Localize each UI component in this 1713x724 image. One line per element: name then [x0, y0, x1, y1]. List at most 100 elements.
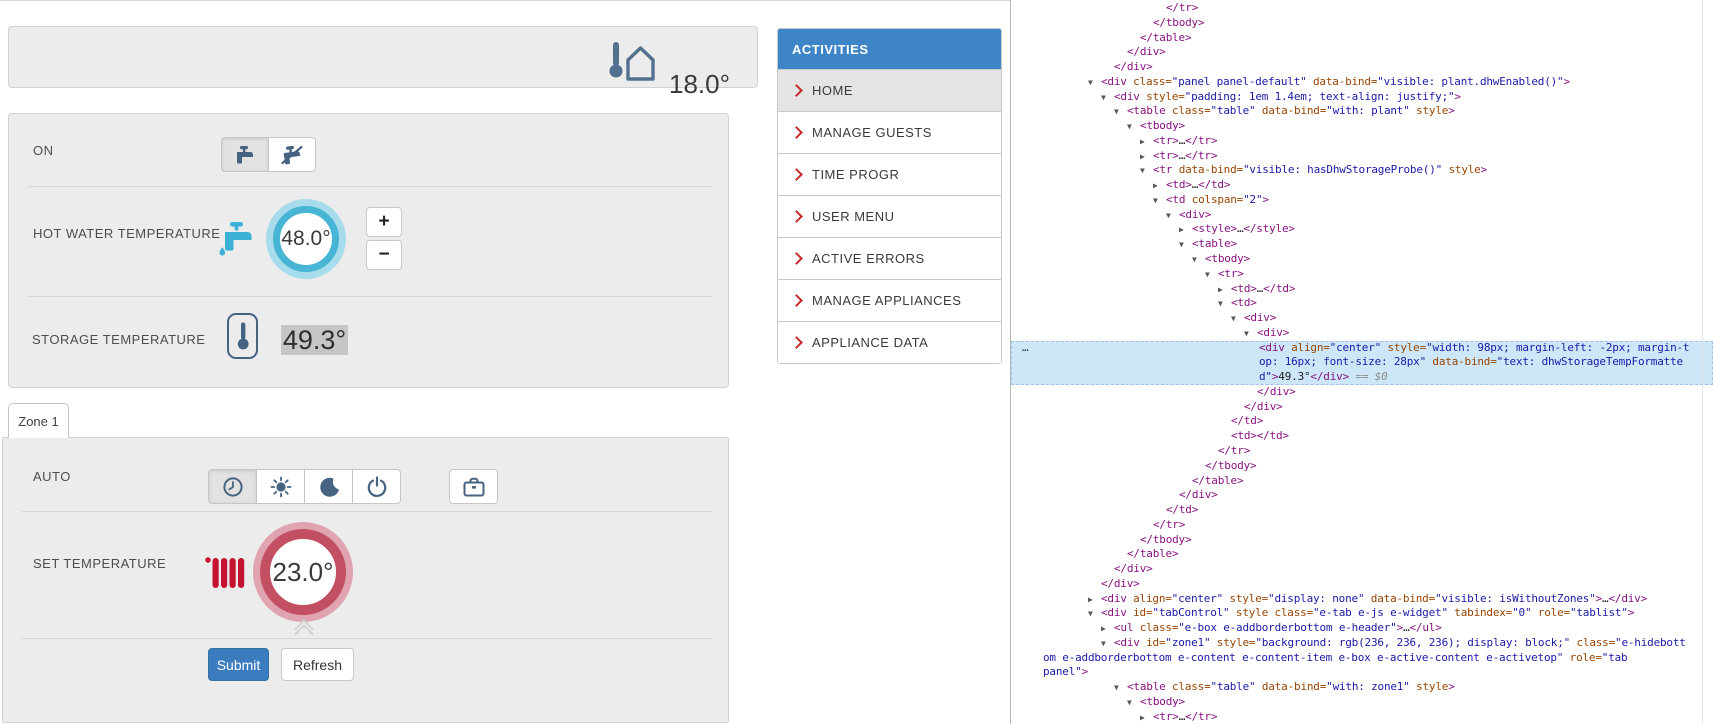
- hot-water-decrease-button[interactable]: −: [366, 240, 402, 270]
- devtools-tree-line[interactable]: ▼<tbody>: [1011, 252, 1713, 267]
- devtools-tree-line[interactable]: </table>: [1011, 474, 1713, 489]
- devtools-tree-line[interactable]: ▼<tbody>: [1011, 695, 1713, 710]
- devtools-tree-line[interactable]: ▼<table class="table" data-bind="with: p…: [1011, 104, 1713, 119]
- expand-arrow-open-icon[interactable]: ▼: [1088, 607, 1101, 622]
- devtools-tree-line[interactable]: </table>: [1011, 547, 1713, 562]
- expand-arrow-open-icon[interactable]: ▼: [1205, 268, 1218, 283]
- devtools-tree-line[interactable]: d">49.3°</div> == $0: [1011, 370, 1713, 385]
- devtools-elements-tree[interactable]: </tr></tbody></table></div></div>▼<div c…: [1011, 0, 1713, 724]
- dhw-on-button[interactable]: [221, 137, 269, 172]
- devtools-tree-line[interactable]: ▶<tr>…</tr>: [1011, 710, 1713, 724]
- set-temp-dial[interactable]: 23.0°: [260, 529, 346, 615]
- expand-arrow-open-icon[interactable]: ▼: [1140, 164, 1153, 179]
- expand-arrow-open-icon[interactable]: ▼: [1114, 105, 1127, 120]
- briefcase-icon: [462, 476, 486, 498]
- devtools-tree-line[interactable]: </div>: [1011, 562, 1713, 577]
- expand-arrow-closed-icon[interactable]: ▶: [1101, 622, 1114, 637]
- expand-arrow-closed-icon[interactable]: ▶: [1153, 179, 1166, 194]
- expand-arrow-closed-icon[interactable]: ▶: [1179, 223, 1192, 238]
- devtools-tree-line[interactable]: ▶<td>…</td>: [1011, 282, 1713, 297]
- devtools-tree-line[interactable]: ▼<div>: [1011, 311, 1713, 326]
- overflow-dots-icon[interactable]: …: [1022, 341, 1028, 356]
- hot-water-temp-dial[interactable]: 48.0°: [273, 206, 339, 272]
- devtools-tree-line[interactable]: </table>: [1011, 31, 1713, 46]
- expand-arrow-closed-icon[interactable]: ▶: [1140, 150, 1153, 165]
- devtools-tree-line[interactable]: </td>: [1011, 503, 1713, 518]
- tab-zone1[interactable]: Zone 1: [8, 403, 69, 438]
- expand-arrow-open-icon[interactable]: ▼: [1218, 297, 1231, 312]
- devtools-scrollbar[interactable]: [1702, 0, 1703, 724]
- expand-arrow-open-icon[interactable]: ▼: [1192, 253, 1205, 268]
- mode-night-button[interactable]: [304, 469, 353, 504]
- devtools-tree-line[interactable]: ▼<table class="table" data-bind="with: z…: [1011, 680, 1713, 695]
- devtools-tree-line[interactable]: ▼<tr>: [1011, 267, 1713, 282]
- devtools-tree-line[interactable]: ▼<tr data-bind="visible: hasDhwStoragePr…: [1011, 163, 1713, 178]
- expand-arrow-open-icon[interactable]: ▼: [1114, 681, 1127, 696]
- expand-arrow-open-icon[interactable]: ▼: [1127, 696, 1140, 711]
- expand-arrow-open-icon[interactable]: ▼: [1166, 209, 1179, 224]
- devtools-tree-line[interactable]: ▼<td>: [1011, 296, 1713, 311]
- devtools-tree-line[interactable]: ▶<div align="center" style="display: non…: [1011, 592, 1713, 607]
- devtools-tree-line[interactable]: <td></td>: [1011, 429, 1713, 444]
- expand-arrow-closed-icon[interactable]: ▶: [1140, 135, 1153, 150]
- submit-button[interactable]: Submit: [208, 648, 269, 681]
- menu-item-user-menu[interactable]: USER MENU: [778, 195, 1001, 237]
- devtools-tree-line[interactable]: </div>: [1011, 45, 1713, 60]
- devtools-tree-line[interactable]: </tbody>: [1011, 533, 1713, 548]
- devtools-tree-line[interactable]: ▼<div id="zone1" style="background: rgb(…: [1011, 636, 1713, 651]
- devtools-tree-line[interactable]: ▼<div id="tabControl" style class="e-tab…: [1011, 606, 1713, 621]
- menu-item-time-progr[interactable]: TIME PROGR: [778, 153, 1001, 195]
- devtools-selected-element[interactable]: <div align="center" style="width: 98px; …: [1011, 341, 1713, 385]
- expand-arrow-closed-icon[interactable]: ▶: [1140, 711, 1153, 724]
- expand-arrow-open-icon[interactable]: ▼: [1153, 194, 1166, 209]
- mode-holiday-button[interactable]: [449, 469, 498, 504]
- devtools-tree-line[interactable]: ▶<td>…</td>: [1011, 178, 1713, 193]
- expand-arrow-open-icon[interactable]: ▼: [1231, 312, 1244, 327]
- devtools-tree-line[interactable]: </div>: [1011, 577, 1713, 592]
- expand-arrow-open-icon[interactable]: ▼: [1179, 238, 1192, 253]
- devtools-tree-line[interactable]: </tbody>: [1011, 16, 1713, 31]
- devtools-tree-line[interactable]: op: 16px; font-size: 28px" data-bind="te…: [1011, 355, 1713, 370]
- refresh-button[interactable]: Refresh: [281, 648, 354, 681]
- devtools-tree-line[interactable]: ▶<style>…</style>: [1011, 222, 1713, 237]
- dhw-off-button[interactable]: [268, 137, 316, 172]
- devtools-tree-line[interactable]: <div align="center" style="width: 98px; …: [1011, 341, 1713, 356]
- mode-auto-button[interactable]: [208, 469, 257, 504]
- expand-arrow-open-icon[interactable]: ▼: [1101, 637, 1114, 652]
- devtools-tree-line[interactable]: ▶<tr>…</tr>: [1011, 134, 1713, 149]
- devtools-tree-line[interactable]: ▶<tr>…</tr>: [1011, 149, 1713, 164]
- devtools-tree-line[interactable]: ▶<ul class="e-box e-addborderbottom e-he…: [1011, 621, 1713, 636]
- devtools-tree-line[interactable]: </div>: [1011, 400, 1713, 415]
- devtools-tree-line[interactable]: </tbody>: [1011, 459, 1713, 474]
- expand-arrow-open-icon[interactable]: ▼: [1244, 327, 1257, 342]
- devtools-tree-line[interactable]: ▼<div>: [1011, 208, 1713, 223]
- hot-water-increase-button[interactable]: +: [366, 207, 402, 237]
- devtools-tree-line[interactable]: panel">: [1011, 665, 1713, 680]
- devtools-tree-line[interactable]: ▼<div style="padding: 1em 1.4em; text-al…: [1011, 90, 1713, 105]
- devtools-tree-line[interactable]: </div>: [1011, 60, 1713, 75]
- devtools-tree-line[interactable]: </td>: [1011, 414, 1713, 429]
- devtools-tree-line[interactable]: ▼<div class="panel panel-default" data-b…: [1011, 75, 1713, 90]
- devtools-tree-line[interactable]: </div>: [1011, 488, 1713, 503]
- devtools-tree-line[interactable]: </tr>: [1011, 444, 1713, 459]
- devtools-tree-line[interactable]: </tr>: [1011, 518, 1713, 533]
- mode-day-button[interactable]: [256, 469, 305, 504]
- expand-arrow-closed-icon[interactable]: ▶: [1088, 593, 1101, 608]
- devtools-tree-line[interactable]: </div>: [1011, 385, 1713, 400]
- devtools-tree-line[interactable]: ▼<tbody>: [1011, 119, 1713, 134]
- expand-arrow-open-icon[interactable]: ▼: [1101, 91, 1114, 106]
- menu-item-appliance-data[interactable]: APPLIANCE DATA: [778, 321, 1001, 363]
- devtools-tree-line[interactable]: ▼<td colspan="2">: [1011, 193, 1713, 208]
- mode-off-button[interactable]: [352, 469, 401, 504]
- expand-arrow-open-icon[interactable]: ▼: [1127, 120, 1140, 135]
- menu-item-home[interactable]: HOME: [778, 69, 1001, 111]
- expand-arrow-closed-icon[interactable]: ▶: [1218, 283, 1231, 298]
- devtools-tree-line[interactable]: ▼<table>: [1011, 237, 1713, 252]
- menu-item-manage-appliances[interactable]: MANAGE APPLIANCES: [778, 279, 1001, 321]
- devtools-tree-line[interactable]: </tr>: [1011, 1, 1713, 16]
- menu-item-manage-guests[interactable]: MANAGE GUESTS: [778, 111, 1001, 153]
- devtools-tree-line[interactable]: om e-addborderbottom e-content e-content…: [1011, 651, 1713, 666]
- expand-arrow-open-icon[interactable]: ▼: [1088, 76, 1101, 91]
- devtools-tree-line[interactable]: ▼<div>: [1011, 326, 1713, 341]
- menu-item-active-errors[interactable]: ACTIVE ERRORS: [778, 237, 1001, 279]
